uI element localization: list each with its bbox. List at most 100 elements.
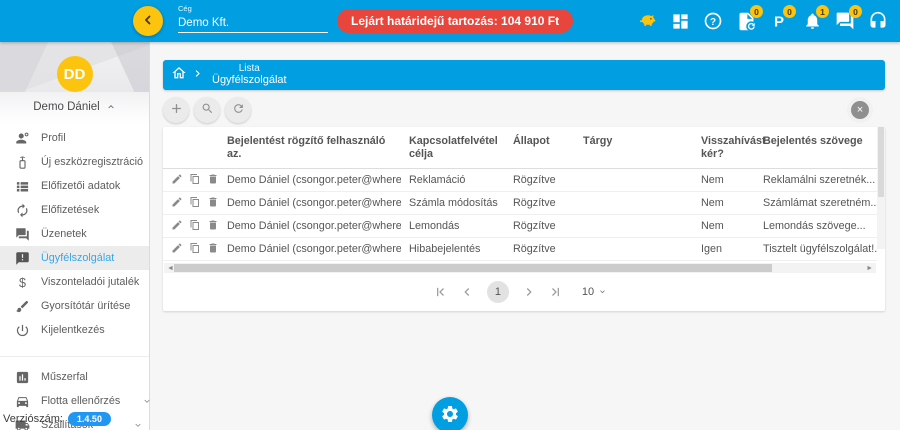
horizontal-scrollbar[interactable]: ◄ ► [164, 263, 876, 273]
sidebar-item-label: Kijelentkezés [41, 324, 105, 336]
cell-subject [575, 168, 693, 191]
dollar-icon: $ [14, 274, 30, 290]
edit-icon[interactable] [171, 242, 183, 256]
notifications-badge: 1 [816, 5, 829, 18]
company-input[interactable] [178, 15, 328, 33]
chat-icon[interactable]: 0 [833, 9, 857, 33]
sidebar-item-muszerfal[interactable]: Műszerfal [0, 365, 149, 389]
cell-purpose: Reklamáció [401, 168, 505, 191]
add-button[interactable] [163, 97, 189, 123]
column-header-callback: Visszahívást kér? [693, 127, 755, 168]
overdue-alert-badge[interactable]: Lejárt határidejű tartozás: 104 910 Ft [337, 9, 573, 33]
cell-text: Lemondás szövege... [755, 214, 877, 237]
app-window: Cég Lejárt határidejű tartozás: 104 910 … [0, 0, 900, 430]
edit-icon[interactable] [171, 196, 183, 210]
notifications-bell-icon[interactable]: 1 [800, 9, 824, 33]
search-button[interactable] [194, 97, 220, 123]
refresh-button[interactable] [225, 97, 251, 123]
document-sync-icon[interactable]: 0 [734, 9, 758, 33]
chevron-down-icon [133, 416, 143, 430]
delete-icon[interactable] [207, 219, 219, 233]
prev-page-button[interactable] [460, 285, 474, 299]
back-button[interactable] [133, 6, 163, 36]
cell-purpose: Számla módosítás [401, 191, 505, 214]
sidebar-item-flotta-ellenorzes[interactable]: Flotta ellenőrzés [0, 389, 149, 413]
results-table: Bejelentést rögzítő felhasználó az. Kapc… [163, 127, 877, 261]
sidebar-item-label: Előfizetői adatok [41, 180, 120, 192]
version-badge: 1.4.50 [68, 412, 111, 426]
sidebar-item-kijelentkezes[interactable]: Kijelentkezés [0, 318, 149, 342]
avatar[interactable]: DD [57, 56, 93, 92]
column-header-subject: Tárgy [575, 127, 693, 168]
company-label: Cég [178, 4, 328, 13]
page-size-value: 10 [582, 286, 594, 298]
cell-callback: Igen [693, 237, 755, 260]
sidebar-item-ugyfelszolgalat[interactable]: Ügyfélszolgálat [0, 246, 149, 270]
sidebar-item-label: Viszonteladói jutalék [41, 276, 139, 288]
car-icon [14, 393, 30, 409]
table-row[interactable]: Demo Dániel (csongor.peter@whereis.eu) R… [163, 168, 877, 191]
settings-fab-button[interactable] [432, 397, 468, 430]
refresh-icon [232, 102, 245, 118]
copy-icon[interactable] [189, 219, 201, 233]
pagination: 1 10 [163, 273, 877, 311]
last-page-button[interactable] [549, 285, 563, 299]
scrollbar-thumb[interactable] [174, 264, 772, 272]
delete-icon[interactable] [207, 196, 219, 210]
user-menu-toggle[interactable]: Demo Dániel [0, 92, 149, 124]
table-row[interactable]: Demo Dániel (csongor.peter@whereis.eu) S… [163, 191, 877, 214]
dashboard-grid-icon[interactable] [668, 9, 692, 33]
sidebar-item-elofizetoi-adatok[interactable]: Előfizetői adatok [0, 174, 149, 198]
breadcrumb-text[interactable]: Lista Ügyfélszolgálat [212, 63, 287, 87]
copy-icon[interactable] [189, 242, 201, 256]
vertical-scrollbar[interactable] [877, 127, 885, 249]
sidebar-item-profil[interactable]: Profil [0, 126, 149, 150]
cell-subject [575, 237, 693, 260]
close-panel-button[interactable]: × [847, 97, 873, 123]
gear-icon [440, 404, 460, 427]
cell-callback: Nem [693, 191, 755, 214]
copy-icon[interactable] [189, 173, 201, 187]
table-row[interactable]: Demo Dániel (csongor.peter@whereis.eu) H… [163, 237, 877, 260]
sidebar-item-uzenetek[interactable]: Üzenetek [0, 222, 149, 246]
cell-subject [575, 191, 693, 214]
current-page-button[interactable]: 1 [487, 281, 509, 303]
chevron-left-icon [141, 13, 155, 30]
next-page-button[interactable] [522, 285, 536, 299]
home-icon[interactable] [171, 65, 187, 86]
table-row[interactable]: Demo Dániel (csongor.peter@whereis.eu) L… [163, 214, 877, 237]
cell-purpose: Hibabejelentés [401, 237, 505, 260]
feedback-icon [14, 250, 30, 266]
autorenew-icon [14, 202, 30, 218]
sidebar-item-label: Gyorsítótár ürítése [41, 300, 130, 312]
cell-callback: Nem [693, 214, 755, 237]
piggy-bank-icon[interactable] [635, 9, 659, 33]
scroll-right-arrow[interactable]: ► [866, 265, 873, 272]
sidebar-item-viszonteladoi-jutalek[interactable]: $ Viszonteladói jutalék [0, 270, 149, 294]
edit-icon[interactable] [171, 219, 183, 233]
edit-icon[interactable] [171, 173, 183, 187]
page-size-select[interactable]: 10 [582, 286, 607, 298]
delete-icon[interactable] [207, 173, 219, 187]
copy-icon[interactable] [189, 196, 201, 210]
sidebar-item-elofizetesek[interactable]: Előfizetések [0, 198, 149, 222]
sidebar-item-gyorsitotar-uritese[interactable]: Gyorsítótár ürítése [0, 294, 149, 318]
sidebar-item-label: Ügyfélszolgálat [41, 252, 114, 264]
topbar: Cég Lejárt határidejű tartozás: 104 910 … [0, 0, 900, 42]
cell-user: Demo Dániel (csongor.peter@whereis.eu) [219, 214, 401, 237]
delete-icon[interactable] [207, 242, 219, 256]
scroll-left-arrow[interactable]: ◄ [167, 265, 174, 272]
first-page-button[interactable] [433, 285, 447, 299]
caret-down-icon [598, 286, 607, 298]
breadcrumb-current: Ügyfélszolgálat [212, 74, 287, 87]
topbar-icon-group: ? 0 P 0 1 0 [635, 0, 890, 42]
vertical-scrollbar-thumb[interactable] [878, 127, 884, 197]
brush-icon [14, 298, 30, 314]
sidebar-menu: Profil Új eszközregisztráció Előfizetői … [0, 124, 149, 430]
breadcrumb: Lista Ügyfélszolgálat [163, 60, 885, 90]
headset-icon[interactable] [866, 9, 890, 33]
column-header-status: Állapot [505, 127, 575, 168]
parking-icon[interactable]: P 0 [767, 9, 791, 33]
help-icon[interactable]: ? [701, 9, 725, 33]
sidebar-item-uj-eszkozregisztracio[interactable]: Új eszközregisztráció [0, 150, 149, 174]
